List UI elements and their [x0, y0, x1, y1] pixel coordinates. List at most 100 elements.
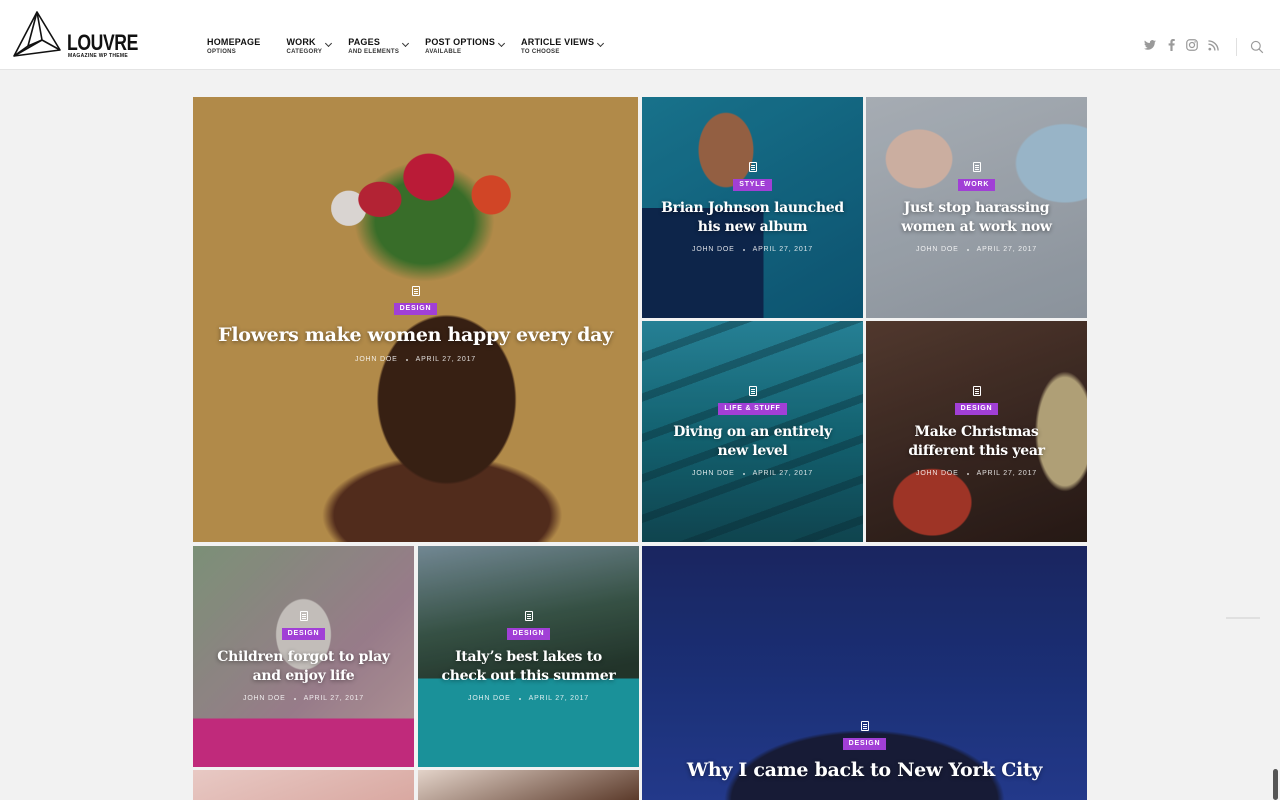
header-divider [1236, 38, 1237, 56]
post-content: DESIGN Children forgot to play and enjoy… [193, 546, 414, 767]
nav-item-pages[interactable]: PAGES AND ELEMENTS [348, 37, 410, 57]
post-title[interactable]: Why I came back to New York City [687, 758, 1043, 782]
post-meta: JOHN DOE APRIL 27, 2017 [916, 470, 1037, 477]
post-image [193, 770, 414, 800]
post-author[interactable]: JOHN DOE [468, 695, 511, 702]
post-card[interactable]: DESIGN Why I came back to New York City [642, 546, 1087, 800]
post-format-icon [411, 286, 420, 296]
post-format-icon [299, 611, 308, 621]
nav-item-work[interactable]: WORK CATEGORY [286, 37, 333, 57]
meta-separator [405, 358, 408, 361]
post-image [418, 770, 639, 800]
meta-separator [966, 248, 969, 251]
nav-label: HOMEPAGE [207, 37, 261, 47]
post-meta: JOHN DOE APRIL 27, 2017 [243, 695, 364, 702]
post-date: APRIL 27, 2017 [752, 246, 813, 253]
nav-label: POST OPTIONS [425, 37, 496, 47]
nav-label: WORK [286, 37, 316, 47]
post-card[interactable] [193, 770, 414, 800]
post-card[interactable]: DESIGN Children forgot to play and enjoy… [193, 546, 414, 767]
brand-name: LOUVRE [67, 30, 138, 55]
chevron-down-icon [498, 39, 506, 48]
back-to-top-button[interactable] [1226, 617, 1260, 619]
site-logo[interactable]: LOUVRE MAGAZINE WP THEME [12, 10, 138, 62]
post-card[interactable]: DESIGN Make Christmas different this yea… [866, 321, 1087, 542]
post-title[interactable]: Brian Johnson launched his new album [656, 199, 849, 237]
post-format-icon [860, 721, 869, 731]
chevron-down-icon [597, 39, 605, 48]
post-format-icon [524, 611, 533, 621]
nav-sublabel: AND ELEMENTS [348, 49, 400, 55]
category-badge[interactable]: DESIGN [842, 738, 887, 750]
chevron-down-icon [402, 39, 410, 48]
nav-item-homepage[interactable]: HOMEPAGE OPTIONS [207, 37, 260, 57]
post-title[interactable]: Make Christmas different this year [880, 423, 1073, 461]
post-content: STYLE Brian Johnson launched his new alb… [642, 97, 863, 318]
meta-separator [293, 697, 296, 700]
scrollbar-thumb[interactable] [1273, 769, 1278, 800]
post-author[interactable]: JOHN DOE [355, 356, 398, 363]
post-format-icon [748, 162, 757, 172]
meta-separator [742, 472, 745, 475]
chevron-down-icon [325, 39, 333, 48]
post-date: APRIL 27, 2017 [752, 470, 813, 477]
post-date: APRIL 27, 2017 [303, 695, 364, 702]
brand-tagline: MAGAZINE WP THEME [68, 53, 129, 59]
nav-item-post-options[interactable]: POST OPTIONS AVAILABLE [425, 37, 506, 57]
category-badge[interactable]: LIFE & STUFF [718, 403, 787, 415]
post-content: DESIGN Flowers make women happy every da… [193, 97, 638, 542]
category-badge[interactable]: DESIGN [954, 403, 999, 415]
nav-sublabel: AVAILABLE [425, 49, 462, 55]
nav-label: ARTICLE VIEWS [521, 37, 595, 47]
post-format-icon [748, 386, 757, 396]
meta-separator [966, 472, 969, 475]
post-card[interactable]: DESIGN Italy’s best lakes to check out t… [418, 546, 639, 767]
nav-label: PAGES [348, 37, 381, 47]
post-content: LIFE & STUFF Diving on an entirely new l… [642, 321, 863, 542]
category-badge[interactable]: STYLE [733, 179, 772, 191]
facebook-icon[interactable] [1164, 38, 1178, 52]
post-content: WORK Just stop harassing women at work n… [866, 97, 1087, 318]
post-meta: JOHN DOE APRIL 27, 2017 [916, 246, 1037, 253]
post-meta: JOHN DOE APRIL 27, 2017 [468, 695, 589, 702]
post-content: DESIGN Make Christmas different this yea… [866, 321, 1087, 542]
post-title[interactable]: Flowers make women happy every day [218, 323, 613, 347]
post-title[interactable]: Just stop harassing women at work now [880, 199, 1073, 237]
nav-item-article-views[interactable]: ARTICLE VIEWS TO CHOOSE [521, 37, 605, 57]
post-content: DESIGN Italy’s best lakes to check out t… [418, 546, 639, 767]
post-author[interactable]: JOHN DOE [243, 695, 286, 702]
post-meta: JOHN DOE APRIL 27, 2017 [692, 246, 813, 253]
category-badge[interactable]: DESIGN [281, 628, 326, 640]
twitter-icon[interactable] [1143, 38, 1157, 52]
post-format-icon [972, 162, 981, 172]
instagram-icon[interactable] [1185, 38, 1199, 52]
post-date: APRIL 27, 2017 [415, 356, 476, 363]
post-date: APRIL 27, 2017 [976, 470, 1037, 477]
post-title[interactable]: Diving on an entirely new level [656, 423, 849, 461]
category-badge[interactable]: DESIGN [393, 303, 438, 315]
post-author[interactable]: JOHN DOE [692, 470, 735, 477]
meta-separator [742, 248, 745, 251]
category-badge[interactable]: DESIGN [506, 628, 551, 640]
nav-sublabel: TO CHOOSE [521, 49, 560, 55]
social-links [1143, 38, 1227, 52]
meta-separator [518, 697, 521, 700]
post-card[interactable]: WORK Just stop harassing women at work n… [866, 97, 1087, 318]
post-date: APRIL 27, 2017 [976, 246, 1037, 253]
post-format-icon [972, 386, 981, 396]
search-icon[interactable] [1250, 40, 1264, 54]
rss-icon[interactable] [1206, 38, 1220, 52]
post-author[interactable]: JOHN DOE [916, 470, 959, 477]
post-card[interactable]: DESIGN Flowers make women happy every da… [193, 97, 638, 542]
post-card[interactable]: LIFE & STUFF Diving on an entirely new l… [642, 321, 863, 542]
post-author[interactable]: JOHN DOE [692, 246, 735, 253]
post-meta: JOHN DOE APRIL 27, 2017 [355, 356, 476, 363]
post-title[interactable]: Children forgot to play and enjoy life [207, 648, 400, 686]
site-header: LOUVRE MAGAZINE WP THEME HOMEPAGE OPTION… [0, 0, 1280, 70]
post-card[interactable] [418, 770, 639, 800]
category-badge[interactable]: WORK [957, 179, 996, 191]
post-title[interactable]: Italy’s best lakes to check out this sum… [432, 648, 625, 686]
post-author[interactable]: JOHN DOE [916, 246, 959, 253]
pyramid-logo-icon [13, 11, 61, 57]
post-card[interactable]: STYLE Brian Johnson launched his new alb… [642, 97, 863, 318]
